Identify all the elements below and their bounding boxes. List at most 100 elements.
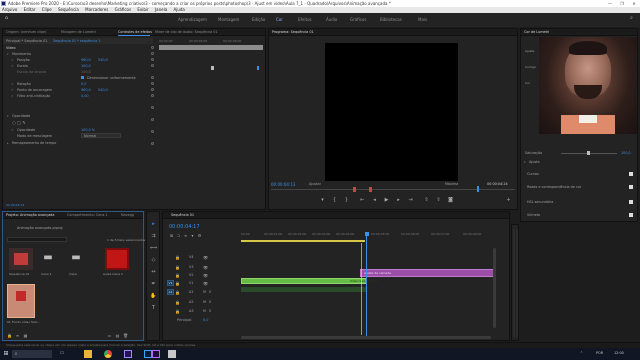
windows-icon[interactable]: ⊞	[2, 351, 10, 357]
reset-icon[interactable]	[151, 106, 154, 109]
menu-sequencia[interactable]: Sequência	[58, 7, 79, 12]
reset-icon[interactable]	[151, 64, 154, 67]
workspace-tab-audio[interactable]: Áudio	[326, 17, 337, 22]
saturation-slider-handle[interactable]	[587, 151, 590, 155]
menu-editar[interactable]: Editar	[24, 7, 36, 12]
antiflicker-value[interactable]: 0,00	[81, 94, 89, 98]
lumetri-title[interactable]: Cor de Lumetri	[524, 30, 549, 34]
tab-project[interactable]: Projeto: Animação avançada	[6, 213, 54, 217]
reset-icon[interactable]	[151, 58, 154, 61]
folder-icon[interactable]	[84, 350, 92, 358]
workspace-tab-cor[interactable]: Cor	[276, 17, 283, 22]
reset-icon[interactable]	[151, 88, 154, 91]
tray-language[interactable]: POR	[596, 351, 603, 355]
hsl-secondary-checkbox[interactable]	[629, 200, 633, 204]
reset-icon[interactable]	[151, 82, 154, 85]
menu-ajuda[interactable]: Ajuda	[173, 7, 184, 12]
minimize-button[interactable]: —	[605, 0, 615, 7]
pen-mask-icon[interactable]: ✎	[22, 120, 26, 125]
motion-expand-icon[interactable]: ▾	[7, 52, 9, 56]
tab-navegg[interactable]: Navegg	[121, 213, 134, 217]
wrench-icon[interactable]: ⚙	[197, 233, 202, 238]
lock-icon[interactable]: 🔒	[175, 290, 180, 295]
lock-icon[interactable]: 🔒	[175, 309, 180, 314]
tab-source[interactable]: Origem: (nenhum clipe)	[6, 30, 46, 34]
stopwatch-icon[interactable]: ⏱	[11, 58, 13, 62]
icon-view-icon[interactable]: ▦	[23, 333, 28, 338]
chrome-icon[interactable]	[104, 350, 112, 358]
lock-icon[interactable]: 🔒	[175, 273, 180, 278]
clip-audio[interactable]	[241, 287, 367, 292]
play-icon[interactable]: ▶	[383, 198, 390, 203]
reset-icon[interactable]	[151, 118, 154, 121]
clip-video-green[interactable]: Vídeo Sad.mp4 [V]	[241, 278, 378, 284]
taskbar-search-box[interactable]: ⌕	[12, 350, 52, 358]
solo-button[interactable]: S	[209, 290, 211, 294]
mute-button[interactable]: M	[203, 300, 206, 304]
snap-icon[interactable]: ⊃	[176, 233, 181, 238]
linked-selection-icon[interactable]: ∞	[183, 233, 188, 238]
clip-adjustment-layer[interactable]: Ajuste de camada	[360, 269, 495, 277]
stopwatch-icon[interactable]: ⏱	[11, 128, 13, 132]
reset-icon[interactable]	[151, 52, 154, 55]
export-frame-icon[interactable]: ◙	[447, 198, 454, 203]
new-item-icon[interactable]: ▤	[115, 333, 120, 338]
close-button[interactable]: ✕	[629, 0, 639, 7]
extract-icon[interactable]: ⇪	[435, 198, 442, 203]
slip-tool-icon[interactable]: ↔	[150, 270, 157, 275]
trash-icon[interactable]: 🗑	[123, 333, 128, 338]
eye-icon[interactable]: 👁	[203, 281, 208, 286]
rotation-value[interactable]: 0,0	[81, 82, 86, 86]
stopwatch-icon[interactable]: ⏱	[11, 94, 13, 98]
tray-clock[interactable]: 12:00	[614, 351, 624, 355]
master-clip-label[interactable]: Principal * Sequência 01	[6, 39, 47, 43]
razor-tool-icon[interactable]: ◇	[150, 258, 157, 263]
rectangle-mask-icon[interactable]: □	[17, 120, 21, 125]
lock-icon[interactable]: 🔒	[175, 265, 180, 270]
lock-icon[interactable]: 🔒	[7, 333, 12, 338]
eye-icon[interactable]: 👁	[203, 255, 208, 260]
uniform-scale-checkbox[interactable]	[81, 76, 84, 79]
source-patch-a1[interactable]: A1	[167, 289, 174, 295]
stopwatch-icon[interactable]: ⏱	[11, 82, 13, 86]
lock-icon[interactable]: 🔒	[175, 300, 180, 305]
thumb-video-selected[interactable]	[7, 284, 35, 318]
opacity-expand-icon[interactable]: ▾	[7, 114, 9, 118]
vignette-checkbox[interactable]	[629, 213, 633, 217]
mark-in-icon[interactable]: {	[331, 198, 338, 203]
search-icon[interactable]: ⌕	[628, 16, 635, 23]
tab-bin[interactable]: Compartimento: Cena 1	[67, 213, 108, 217]
timeline-horizontal-scrollbar[interactable]	[241, 336, 491, 339]
saturation-value[interactable]: 100,0	[621, 151, 631, 155]
mute-button[interactable]: M	[203, 290, 206, 294]
lock-icon[interactable]: 🔒	[175, 281, 180, 286]
program-timecode-current[interactable]: 00:00:04:13	[271, 182, 295, 187]
type-tool-icon[interactable]: T	[150, 306, 157, 311]
reset-icon[interactable]	[151, 130, 154, 133]
add-marker-icon[interactable]: ▾	[319, 198, 326, 203]
menu-clipe[interactable]: Clipe	[42, 7, 52, 12]
reset-icon[interactable]	[151, 94, 154, 97]
timeline-vertical-scrollbar[interactable]	[493, 248, 496, 328]
list-view-icon[interactable]: ≡	[15, 333, 20, 338]
program-video-frame[interactable]	[325, 43, 458, 181]
workspace-tab-graficos[interactable]: Gráficos	[350, 17, 366, 22]
new-bin-icon[interactable]: ▭	[107, 333, 112, 338]
fit-zoom-select[interactable]: Ajustar	[309, 182, 321, 186]
opacity-value[interactable]: 100,0 %	[81, 128, 95, 132]
tab-effect-controls[interactable]: Controles de efeitos	[118, 30, 152, 34]
step-back-icon[interactable]: ◂	[371, 198, 378, 203]
project-search-input[interactable]	[7, 237, 67, 242]
playback-resolution-select[interactable]: Máxima	[445, 182, 458, 186]
position-x-value[interactable]: 960,0	[81, 58, 91, 62]
eye-icon[interactable]: 👁	[203, 265, 208, 270]
menu-arquivo[interactable]: Arquivo	[2, 7, 17, 12]
workspace-tab-edicao[interactable]: Edição	[252, 17, 265, 22]
pen-tool-icon[interactable]: ✒	[150, 282, 157, 287]
app-icon[interactable]	[168, 350, 176, 358]
solo-button[interactable]: S	[209, 300, 211, 304]
solo-button[interactable]: S	[209, 309, 211, 313]
step-forward-icon[interactable]: ▸	[395, 198, 402, 203]
track-select-icon[interactable]: ⇉	[150, 234, 157, 239]
reset-icon[interactable]	[151, 76, 154, 79]
